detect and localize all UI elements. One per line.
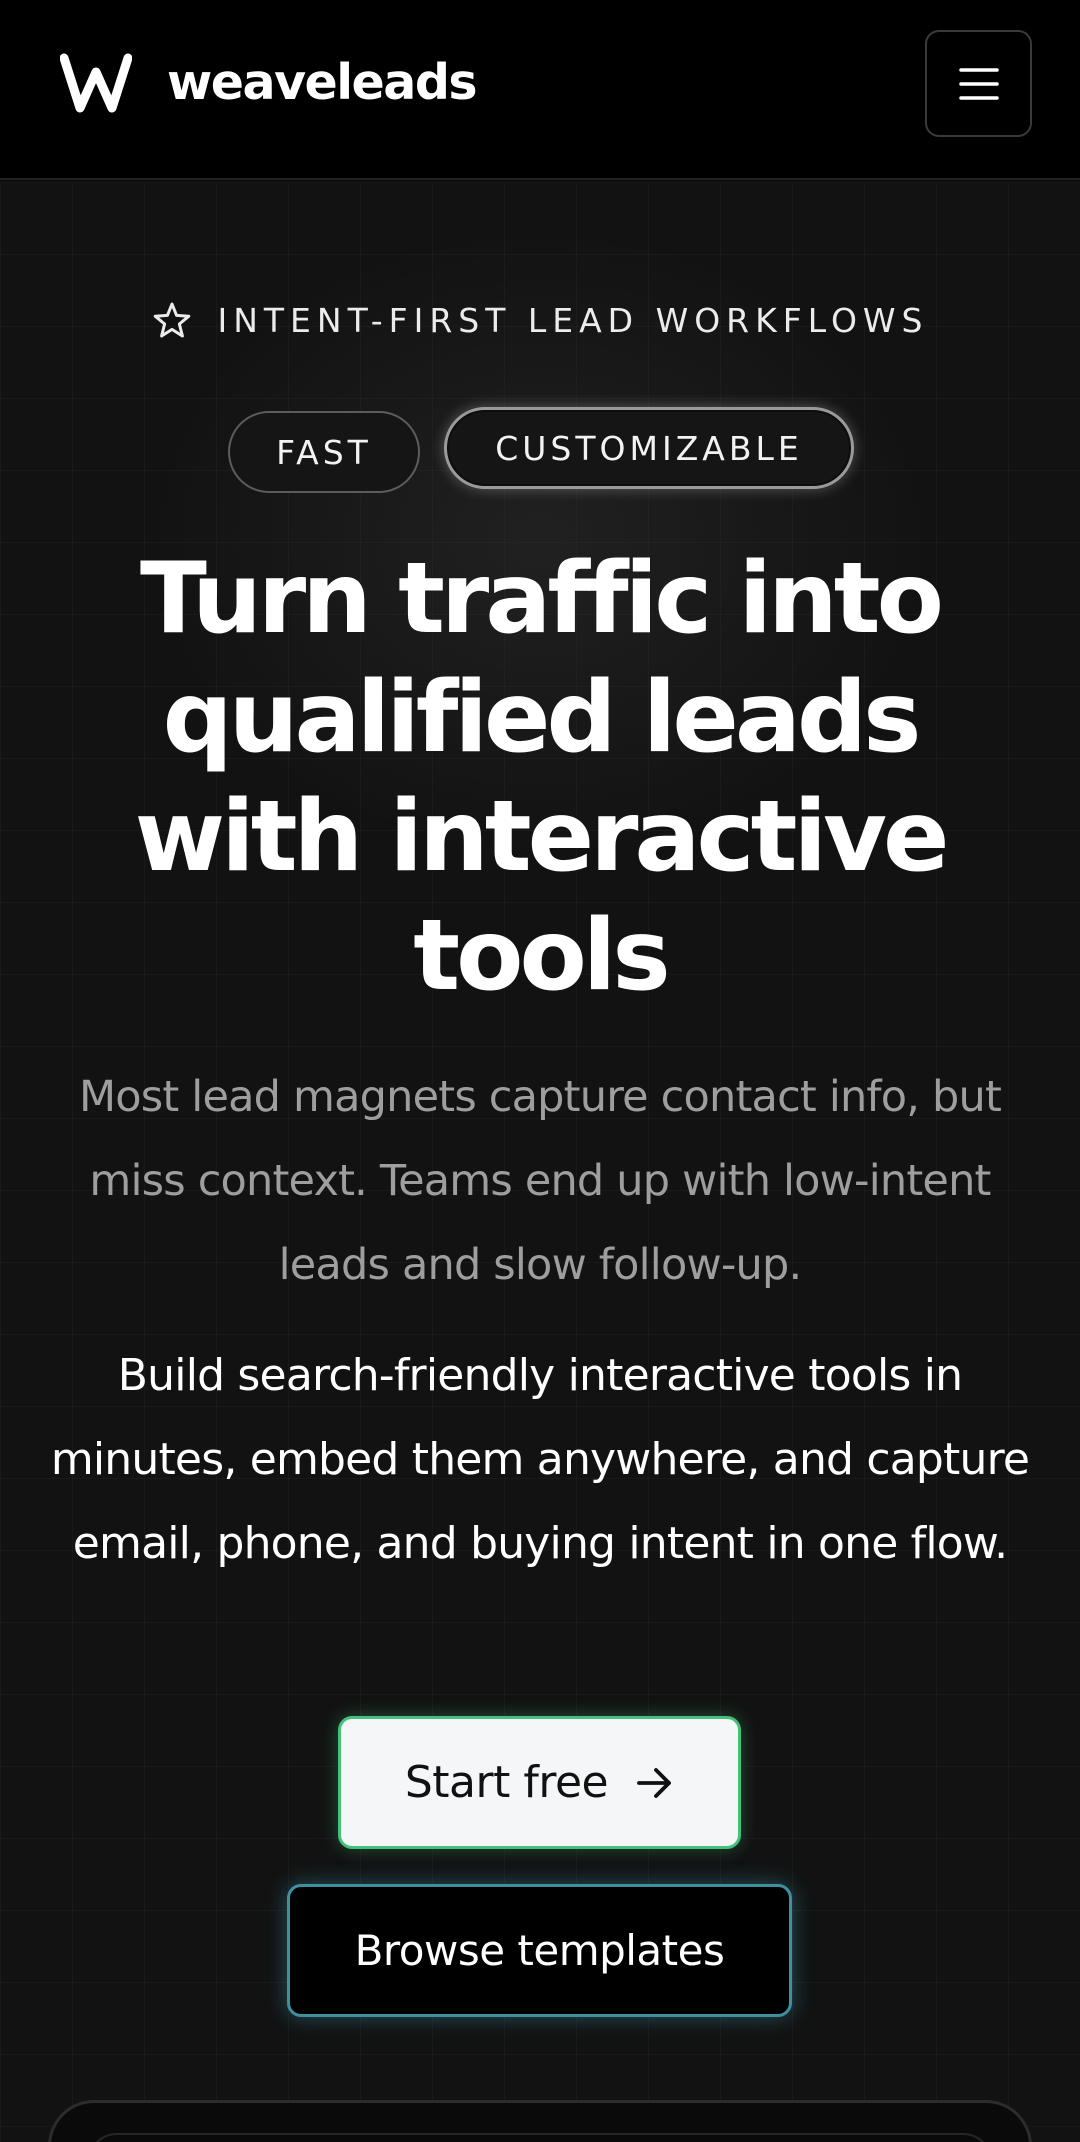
browse-templates-button[interactable]: Browse templates <box>287 1884 792 2017</box>
pill-customizable: CUSTOMIZABLE <box>444 407 854 489</box>
pill-fast: FAST <box>228 411 420 493</box>
eyebrow: INTENT-FIRST LEAD WORKFLOWS <box>0 296 1080 346</box>
start-free-label: Start free <box>404 1757 609 1808</box>
browse-templates-label: Browse templates <box>354 1926 725 1975</box>
hero-headline: Turn traffic into qualified leads with i… <box>134 542 950 1013</box>
hero-body: Build search-friendly interactive tools … <box>50 1350 1030 1569</box>
star-outline-icon <box>154 302 191 338</box>
preview-card-inner <box>87 2133 993 2142</box>
site-header: weaveleads <box>0 0 1080 180</box>
hero-subtext: Most lead magnets capture contact info, … <box>78 1072 1002 1290</box>
arrow-right-icon <box>637 1767 672 1798</box>
start-free-button[interactable]: Start free <box>338 1716 741 1849</box>
eyebrow-text: INTENT-FIRST LEAD WORKFLOWS <box>217 301 929 340</box>
menu-button[interactable] <box>925 30 1032 137</box>
hamburger-menu-icon <box>959 68 999 100</box>
preview-card <box>48 2100 1032 2142</box>
brand-name[interactable]: weaveleads <box>167 52 478 114</box>
weave-logo-icon[interactable] <box>60 52 132 114</box>
